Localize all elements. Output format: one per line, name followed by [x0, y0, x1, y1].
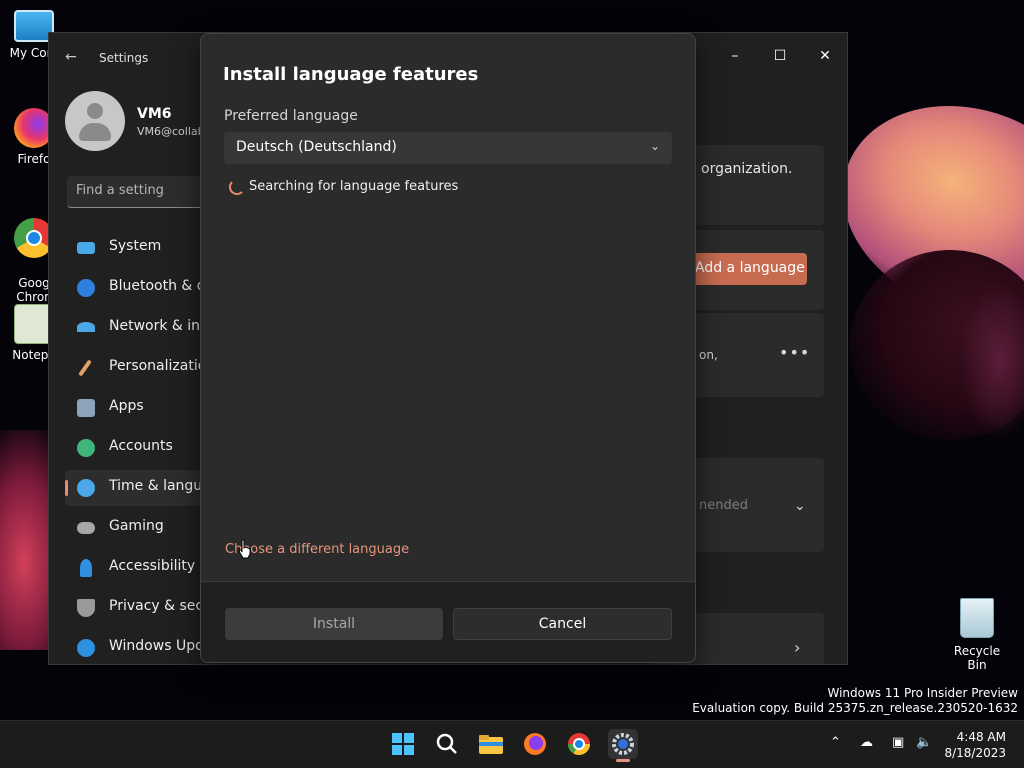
- clock-date: 8/18/2023: [944, 746, 1006, 760]
- maximize-button[interactable]: ☐: [760, 41, 800, 71]
- shield-icon: [77, 599, 95, 617]
- sidebar-item-label: Privacy & secu: [109, 598, 212, 614]
- gear-icon: [612, 733, 634, 755]
- language-item-text: on,: [699, 348, 718, 362]
- chevron-right-icon[interactable]: ›: [794, 638, 800, 657]
- search-button[interactable]: [432, 729, 462, 759]
- chrome-icon: [568, 733, 590, 755]
- accessibility-icon: [80, 559, 92, 577]
- hand-cursor-icon: [238, 539, 251, 559]
- accounts-icon: [77, 439, 95, 457]
- more-options-icon[interactable]: •••: [779, 343, 810, 362]
- chrome-taskbar-button[interactable]: [564, 729, 594, 759]
- sidebar-item-label: Accessibility: [109, 558, 196, 574]
- firefox-taskbar-button[interactable]: [520, 729, 550, 759]
- avatar-head: [87, 103, 103, 119]
- sidebar-item-label: Accounts: [109, 438, 173, 454]
- organization-text: organization.: [701, 161, 793, 177]
- install-button[interactable]: Install: [225, 608, 443, 640]
- volume-icon[interactable]: 🔈: [916, 735, 932, 750]
- active-indicator: [616, 759, 630, 762]
- dialog-title: Install language features: [223, 64, 479, 85]
- recycle-bin-label: Recycle Bin: [953, 644, 1001, 672]
- cancel-button[interactable]: Cancel: [453, 608, 672, 640]
- file-explorer-button[interactable]: [476, 729, 506, 759]
- desktop-icon-recycle-bin[interactable]: Recycle Bin: [944, 598, 1010, 672]
- system-icon: [77, 242, 95, 254]
- network-icon: [77, 322, 95, 332]
- taskbar: ⌃ ☁ ▣ 🔈 4:48 AM 8/18/2023: [0, 720, 1024, 768]
- settings-taskbar-button[interactable]: [608, 729, 638, 762]
- sidebar-item-label: Windows Upda: [109, 638, 213, 654]
- personalization-icon: [78, 359, 92, 377]
- avatar-body: [79, 123, 111, 141]
- status-text: Searching for language features: [249, 179, 459, 194]
- choose-different-language-link[interactable]: Choose a different language: [225, 542, 409, 557]
- sidebar-item-label: Apps: [109, 398, 144, 414]
- system-clock[interactable]: 4:48 AM 8/18/2023: [944, 729, 1006, 761]
- firefox-icon: [524, 733, 546, 755]
- sidebar-item-label: Network & inte: [109, 318, 215, 334]
- folder-icon: [479, 735, 503, 754]
- cloud-offline-icon[interactable]: ☁: [860, 735, 873, 750]
- preferred-language-label: Preferred language: [224, 108, 358, 124]
- sidebar-item-label: System: [109, 238, 162, 254]
- windows-logo-icon: [392, 733, 414, 755]
- bluetooth-icon: [77, 279, 95, 297]
- recycle-bin-icon: [960, 598, 994, 638]
- clock-time: 4:48 AM: [956, 730, 1006, 744]
- chevron-down-icon[interactable]: ⌄: [794, 498, 806, 514]
- windows-update-icon: [77, 639, 95, 657]
- install-language-dialog: Install language features Preferred lang…: [200, 33, 696, 663]
- selected-language: Deutsch (Deutschland): [236, 139, 397, 155]
- settings-title: Settings: [99, 51, 149, 65]
- sidebar-item-label: Gaming: [109, 518, 164, 534]
- chevron-up-icon[interactable]: ⌃: [830, 735, 841, 750]
- time-language-icon: [77, 479, 95, 497]
- add-language-button[interactable]: Add a language: [689, 253, 807, 285]
- recommended-dropdown-text[interactable]: nended: [699, 498, 748, 513]
- preferred-language-select[interactable]: Deutsch (Deutschland) ⌄: [224, 132, 672, 164]
- loading-spinner-icon: [229, 179, 245, 195]
- evaluation-watermark: Windows 11 Pro Insider Preview Evaluatio…: [692, 686, 1018, 716]
- sidebar-item-label: Bluetooth & de: [109, 278, 215, 294]
- apps-icon: [77, 399, 95, 417]
- back-arrow-icon[interactable]: ←: [65, 49, 81, 65]
- search-icon: [436, 733, 457, 754]
- minimize-button[interactable]: –: [715, 41, 755, 71]
- dialog-footer: Install Cancel: [201, 581, 695, 662]
- sidebar-item-label: Time & langua: [109, 478, 211, 494]
- watermark-line1: Windows 11 Pro Insider Preview: [827, 686, 1018, 700]
- user-name: VM6: [137, 106, 172, 122]
- close-button[interactable]: ✕: [805, 41, 845, 71]
- user-email: VM6@collab: [137, 125, 205, 138]
- network-tray-icon[interactable]: ▣: [892, 735, 904, 750]
- watermark-line2: Evaluation copy. Build 25375.zn_release.…: [692, 701, 1018, 715]
- avatar[interactable]: [65, 91, 125, 151]
- start-button[interactable]: [388, 729, 418, 759]
- gaming-icon: [77, 522, 95, 534]
- chevron-down-icon: ⌄: [649, 139, 660, 153]
